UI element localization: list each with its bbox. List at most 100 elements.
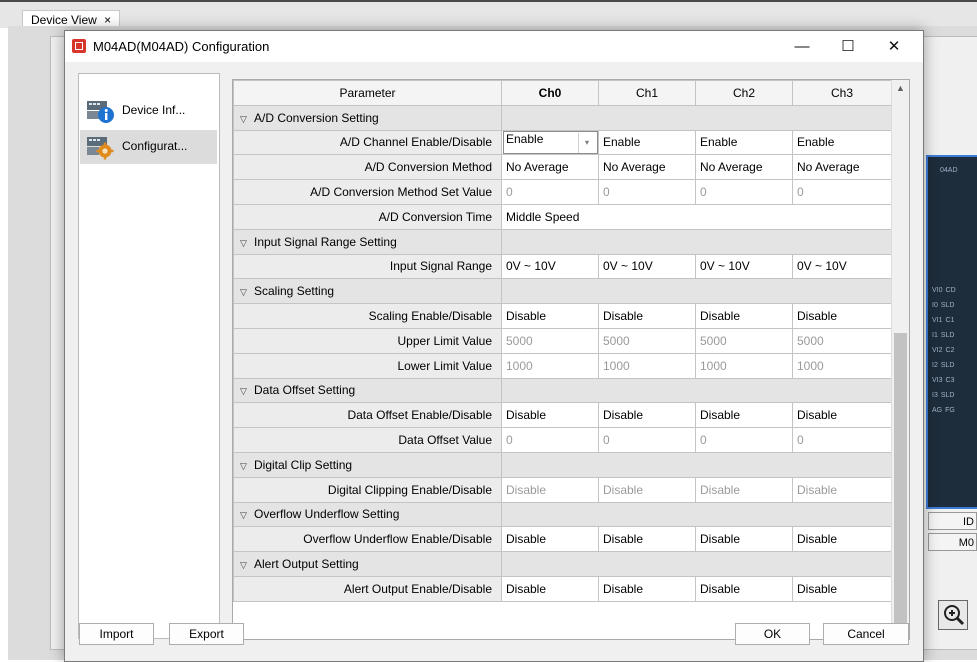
section-label: Digital Clip Setting: [254, 457, 353, 472]
section-header[interactable]: ▽ Data Offset Setting: [233, 377, 502, 404]
parameter-label: Overflow Underflow Enable/Disable: [233, 526, 502, 553]
parameter-label: Digital Clipping Enable/Disable: [233, 476, 502, 503]
dialog-titlebar[interactable]: M04AD(M04AD) Configuration — ☐ ✕: [65, 31, 923, 62]
parameter-value-ch2[interactable]: 0V ~ 10V: [695, 253, 793, 280]
section-header[interactable]: ▽ Alert Output Setting: [233, 551, 502, 577]
parameter-value-ch1: 1000: [598, 352, 696, 379]
parameter-value-ch2[interactable]: No Average: [695, 154, 793, 181]
export-button[interactable]: Export: [169, 623, 244, 645]
collapse-chevron-icon[interactable]: ▽: [240, 386, 250, 397]
collapse-chevron-icon[interactable]: ▽: [240, 287, 250, 298]
parameter-row: Data Offset Value 0 0 0 0: [233, 427, 892, 453]
parameter-value-ch1[interactable]: Enable: [598, 129, 696, 156]
section-header[interactable]: ▽ Input Signal Range Setting: [233, 228, 502, 255]
parameter-value-ch0[interactable]: 0V ~ 10V: [501, 253, 599, 280]
parameter-value-ch0: 0: [501, 179, 599, 205]
section-header[interactable]: ▽ Overflow Underflow Setting: [233, 501, 502, 528]
parameter-value-ch0[interactable]: No Average: [501, 154, 599, 181]
section-fill: [501, 377, 892, 404]
parameter-value-ch2: 0: [695, 427, 793, 453]
collapse-chevron-icon[interactable]: ▽: [240, 238, 250, 249]
cancel-button[interactable]: Cancel: [823, 623, 909, 645]
parameter-label: Data Offset Enable/Disable: [233, 402, 502, 429]
module-graphic[interactable]: 04AD VI0 CD I0 SLD VI1 C1 I1 SLD VI2 C2 I2 SLD VI3 C3 I…: [926, 155, 977, 509]
parameter-label: A/D Conversion Time: [233, 203, 502, 230]
parameter-value-cell[interactable]: Middle Speed: [501, 203, 892, 230]
parameter-value-ch0[interactable]: Disable: [501, 303, 599, 329]
ok-button[interactable]: OK: [735, 623, 810, 645]
vertical-scrollbar[interactable]: ▲ ▼: [891, 80, 909, 639]
parameter-value-ch1[interactable]: 0V ~ 10V: [598, 253, 696, 280]
parameter-value-ch2[interactable]: Disable: [695, 575, 793, 602]
section-label: Scaling Setting: [254, 284, 335, 299]
parameter-value-ch3[interactable]: Disable: [792, 303, 892, 329]
maximize-button[interactable]: ☐: [825, 31, 871, 62]
parameter-value-ch3: 1000: [792, 352, 892, 379]
parameter-value-ch0: Disable: [501, 476, 599, 503]
parameter-row: A/D Channel Enable/Disable ▾ Enable Enable E…: [233, 129, 892, 156]
parameter-value-ch0[interactable]: ▾ Enable: [501, 129, 599, 156]
parameter-value-ch0[interactable]: Disable: [501, 402, 599, 429]
parameter-value-ch3: Disable: [792, 476, 892, 503]
parameter-value-ch2[interactable]: Enable: [695, 129, 793, 156]
import-button[interactable]: Import: [79, 623, 154, 645]
parameter-value-ch3[interactable]: 0V ~ 10V: [792, 253, 892, 280]
parameter-value-ch3[interactable]: Enable: [792, 129, 892, 156]
collapse-chevron-icon[interactable]: ▽: [240, 114, 250, 125]
dropdown-arrow-icon[interactable]: ▾: [578, 132, 595, 153]
module-terminal-label: VI2 C2: [932, 347, 955, 354]
section-fill: [501, 104, 892, 131]
close-icon[interactable]: ×: [104, 13, 111, 27]
parameter-value-ch0[interactable]: Disable: [501, 526, 599, 553]
parameter-value-ch1[interactable]: No Average: [598, 154, 696, 181]
parameter-value-ch3: 5000: [792, 327, 892, 354]
section-label: A/D Conversion Setting: [254, 110, 379, 125]
parameter-value-ch2[interactable]: Disable: [695, 303, 793, 329]
collapse-chevron-icon[interactable]: ▽: [240, 510, 250, 521]
section-row: ▽ Scaling Setting: [233, 278, 892, 305]
parameter-value-ch2[interactable]: Disable: [695, 526, 793, 553]
parameter-row: Data Offset Enable/Disable Disable Disable…: [233, 402, 892, 429]
tab-device-view-label: Device View: [31, 13, 97, 27]
parameter-row: Alert Output Enable/Disable Disable Disabl…: [233, 575, 892, 602]
close-button[interactable]: ✕: [871, 31, 917, 62]
parameter-value-ch3[interactable]: Disable: [792, 402, 892, 429]
parameter-value-ch1: 5000: [598, 327, 696, 354]
parameter-value-ch0[interactable]: Disable: [501, 575, 599, 602]
parameter-value-ch2[interactable]: Disable: [695, 402, 793, 429]
parameter-value-ch3[interactable]: Disable: [792, 575, 892, 602]
parameter-value-ch3[interactable]: No Average: [792, 154, 892, 181]
scrollbar-thumb[interactable]: [894, 333, 907, 623]
parameter-value-ch3[interactable]: Disable: [792, 526, 892, 553]
parameter-value-ch1[interactable]: Disable: [598, 575, 696, 602]
parameter-value-ch0: 0: [501, 427, 599, 453]
sidebar: Device Inf... Configurat...: [78, 73, 220, 639]
zoom-in-button[interactable]: [938, 600, 968, 630]
parameter-label: Lower Limit Value: [233, 352, 502, 379]
section-header[interactable]: ▽ Digital Clip Setting: [233, 451, 502, 478]
sidebar-item-configuration[interactable]: Configurat...: [80, 130, 217, 164]
section-fill: [501, 451, 892, 478]
sidebar-item-device-info[interactable]: Device Inf...: [80, 94, 217, 128]
module-terminal-label: VI1 C1: [932, 317, 955, 324]
section-header[interactable]: ▽ Scaling Setting: [233, 278, 502, 305]
parameter-value-ch1[interactable]: Disable: [598, 402, 696, 429]
scroll-up-icon[interactable]: ▲: [892, 80, 909, 97]
section-row: ▽ Digital Clip Setting: [233, 451, 892, 478]
column-header-ch1: Ch1: [598, 80, 696, 106]
column-header-ch0: Ch0: [501, 80, 599, 106]
parameter-row: A/D Conversion Method No Average No Averag…: [233, 154, 892, 181]
minimize-button[interactable]: —: [779, 31, 825, 62]
module-title-label: 04AD: [940, 167, 958, 174]
parameter-value-ch1[interactable]: Disable: [598, 526, 696, 553]
parameter-value-ch1[interactable]: Disable: [598, 303, 696, 329]
collapse-chevron-icon[interactable]: ▽: [240, 560, 250, 571]
section-row: ▽ Overflow Underflow Setting: [233, 501, 892, 528]
section-label: Input Signal Range Setting: [254, 234, 397, 249]
collapse-chevron-icon[interactable]: ▽: [240, 461, 250, 472]
parameter-label: Scaling Enable/Disable: [233, 303, 502, 329]
section-header[interactable]: ▽ A/D Conversion Setting: [233, 104, 502, 131]
parameter-label: Upper Limit Value: [233, 327, 502, 354]
module-name-field: M0: [928, 533, 977, 551]
sidebar-item-label: Device Inf...: [122, 103, 186, 117]
